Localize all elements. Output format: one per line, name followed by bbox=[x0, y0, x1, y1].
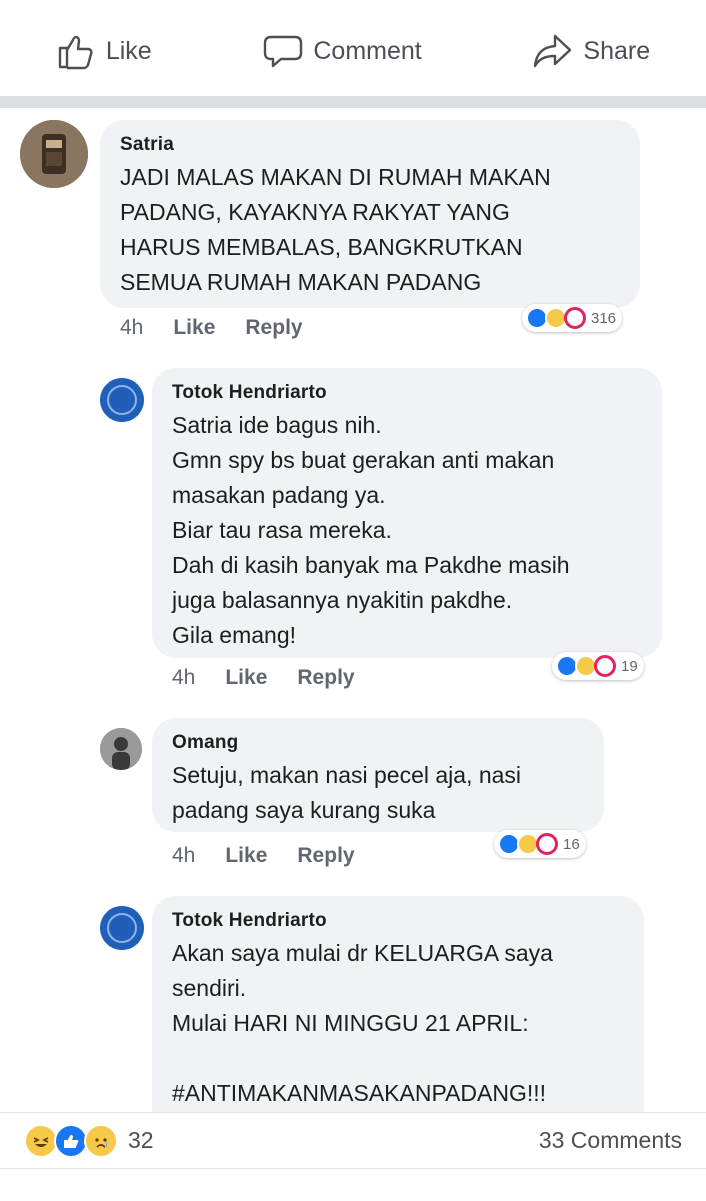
comment-reply-link[interactable]: Reply bbox=[297, 666, 354, 690]
comment-bubble: Satria JADI MALAS MAKAN DI RUMAH MAKAN P… bbox=[100, 120, 640, 308]
comment-like-link[interactable]: Like bbox=[173, 316, 215, 340]
avatar[interactable] bbox=[100, 378, 144, 422]
reaction-count: 16 bbox=[563, 835, 580, 853]
speech-bubble-icon bbox=[263, 31, 303, 71]
reaction-summary[interactable]: 19 bbox=[552, 652, 644, 680]
reaction-count: 316 bbox=[591, 309, 617, 327]
share-action-label: Share bbox=[583, 36, 651, 65]
comment-text: Satria ide bagus nih. Gmn spy bs buat ge… bbox=[172, 412, 570, 648]
comment-reply-link[interactable]: Reply bbox=[297, 844, 354, 868]
haha-emoji-icon bbox=[24, 1123, 58, 1158]
avatar[interactable] bbox=[100, 906, 144, 950]
like-action-button[interactable]: Like bbox=[56, 31, 152, 71]
reaction-count: 19 bbox=[621, 657, 638, 675]
comment-timestamp[interactable]: 4h bbox=[172, 666, 195, 690]
comment-like-link[interactable]: Like bbox=[225, 844, 267, 868]
comment-reply-link[interactable]: Reply bbox=[245, 316, 302, 340]
reaction-summary[interactable]: 16 bbox=[494, 830, 586, 858]
bottom-action-bar bbox=[0, 1168, 706, 1201]
comment-bubble: Totok Hendriarto Satria ide bagus nih. G… bbox=[152, 368, 662, 658]
thumbs-up-icon bbox=[56, 31, 96, 71]
share-arrow-icon bbox=[533, 31, 573, 71]
comment-meta: 4h Like Reply bbox=[120, 316, 303, 340]
avatar[interactable] bbox=[20, 120, 88, 188]
comment-timestamp[interactable]: 4h bbox=[120, 316, 143, 340]
post-action-bar: Like Comment Share bbox=[0, 0, 706, 96]
reaction-summary[interactable]: 316 bbox=[522, 304, 623, 332]
like-emoji-icon bbox=[54, 1123, 88, 1158]
comment-action-label: Comment bbox=[313, 36, 422, 65]
love-reaction-icon bbox=[564, 307, 586, 329]
comment-timestamp[interactable]: 4h bbox=[172, 844, 195, 868]
comment-text: Setuju, makan nasi pecel aja, nasi padan… bbox=[172, 762, 522, 823]
comment-text: Akan saya mulai dr KELUARGA saya sendiri… bbox=[172, 940, 553, 1106]
comment-action-button[interactable]: Comment bbox=[263, 31, 422, 71]
comment-author[interactable]: Omang bbox=[172, 732, 582, 754]
comment-count-link[interactable]: 33 Comments bbox=[539, 1127, 682, 1154]
post-reactions[interactable]: 32 bbox=[24, 1123, 154, 1158]
section-divider bbox=[0, 96, 706, 108]
share-action-button[interactable]: Share bbox=[533, 31, 650, 71]
avatar[interactable] bbox=[100, 728, 142, 770]
comment-author[interactable]: Totok Hendriarto bbox=[172, 382, 640, 404]
reaction-total: 32 bbox=[128, 1127, 154, 1153]
comment-like-link[interactable]: Like bbox=[225, 666, 267, 690]
love-reaction-icon bbox=[536, 833, 558, 855]
comment-meta: 4h Like Reply bbox=[172, 844, 355, 868]
love-reaction-icon bbox=[594, 655, 616, 677]
comment-bubble: Omang Setuju, makan nasi pecel aja, nasi… bbox=[152, 718, 604, 832]
comment-author[interactable]: Totok Hendriarto bbox=[172, 910, 622, 932]
like-action-label: Like bbox=[105, 36, 152, 65]
comment-meta: 4h Like Reply bbox=[172, 666, 355, 690]
post-summary-bar: 32 33 Comments bbox=[0, 1112, 706, 1168]
comment-text: JADI MALAS MAKAN DI RUMAH MAKAN PADANG, … bbox=[120, 164, 551, 295]
comment-author[interactable]: Satria bbox=[120, 134, 618, 156]
sad-emoji-icon bbox=[84, 1123, 118, 1158]
comment-bubble: Totok Hendriarto Akan saya mulai dr KELU… bbox=[152, 896, 644, 1136]
